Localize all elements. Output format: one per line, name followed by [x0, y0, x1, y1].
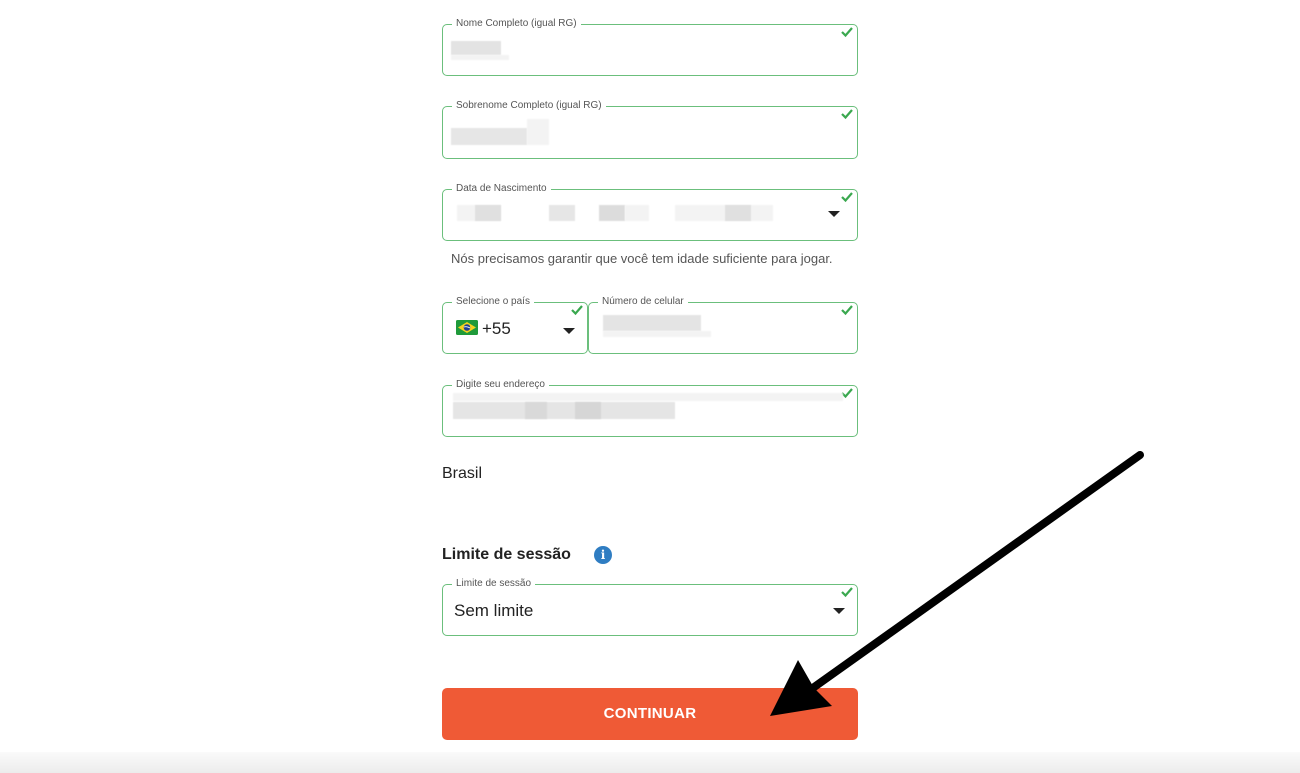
phone-redacted-value-tail	[603, 331, 711, 337]
check-icon	[841, 192, 853, 203]
continue-button[interactable]: CONTINUAR	[442, 688, 858, 740]
address-label: Digite seu endereço	[452, 379, 549, 391]
session-limit-heading: Limite de sessão	[442, 546, 571, 563]
birth-year-redacted-dark	[725, 205, 751, 221]
age-notice-text: Nós precisamos garantir que você tem ida…	[451, 251, 833, 266]
session-limit-label: Limite de sessão	[452, 578, 536, 590]
last-name-label: Sobrenome Completo (igual RG)	[452, 100, 606, 112]
birth-month-redacted-dark	[599, 205, 625, 221]
first-name-label: Nome Completo (igual RG)	[452, 18, 581, 30]
birth-year-redacted	[675, 205, 773, 221]
phone-redacted-value	[603, 315, 701, 331]
country-code-value: +55	[482, 319, 511, 338]
last-name-redacted-value	[451, 128, 527, 145]
session-limit-select[interactable]: Limite de sessão Sem limite	[442, 578, 858, 636]
last-name-field[interactable]: Sobrenome Completo (igual RG)	[442, 100, 858, 159]
info-icon[interactable]: i	[594, 546, 612, 564]
address-redacted-value-dark-2	[575, 402, 601, 419]
address-redacted-top	[453, 393, 843, 401]
check-icon	[841, 27, 853, 38]
birth-date-label: Data de Nascimento	[452, 183, 551, 195]
chevron-down-icon[interactable]	[563, 328, 575, 334]
phone-label: Número de celular	[598, 296, 688, 308]
address-redacted-value	[453, 402, 675, 419]
brazil-flag-icon	[456, 320, 478, 335]
birth-month-redacted-tail	[625, 205, 649, 221]
address-field[interactable]: Digite seu endereço	[442, 379, 858, 437]
check-icon	[571, 305, 583, 316]
first-name-redacted-value-tail	[451, 55, 509, 60]
chevron-down-icon[interactable]	[828, 211, 840, 217]
last-name-redacted-value-tail	[527, 119, 549, 145]
address-redacted-value-dark	[525, 402, 547, 419]
registration-form-page: Nome Completo (igual RG) Sobrenome Compl…	[0, 0, 1300, 773]
birth-date-field[interactable]: Data de Nascimento	[442, 183, 858, 241]
check-icon	[841, 109, 853, 120]
session-limit-value: Sem limite	[454, 601, 534, 620]
phone-field[interactable]: Número de celular	[588, 296, 858, 354]
first-name-redacted-value	[451, 41, 501, 55]
country-code-label: Selecione o país	[452, 296, 534, 308]
birth-month-redacted	[549, 205, 575, 221]
first-name-field[interactable]: Nome Completo (igual RG)	[442, 18, 858, 76]
check-icon	[841, 587, 853, 598]
chevron-down-icon[interactable]	[833, 608, 845, 614]
birth-day-redacted-dark	[475, 205, 501, 221]
check-icon	[841, 305, 853, 316]
country-name-text: Brasil	[442, 465, 483, 482]
bottom-edge-bar	[0, 752, 1300, 773]
